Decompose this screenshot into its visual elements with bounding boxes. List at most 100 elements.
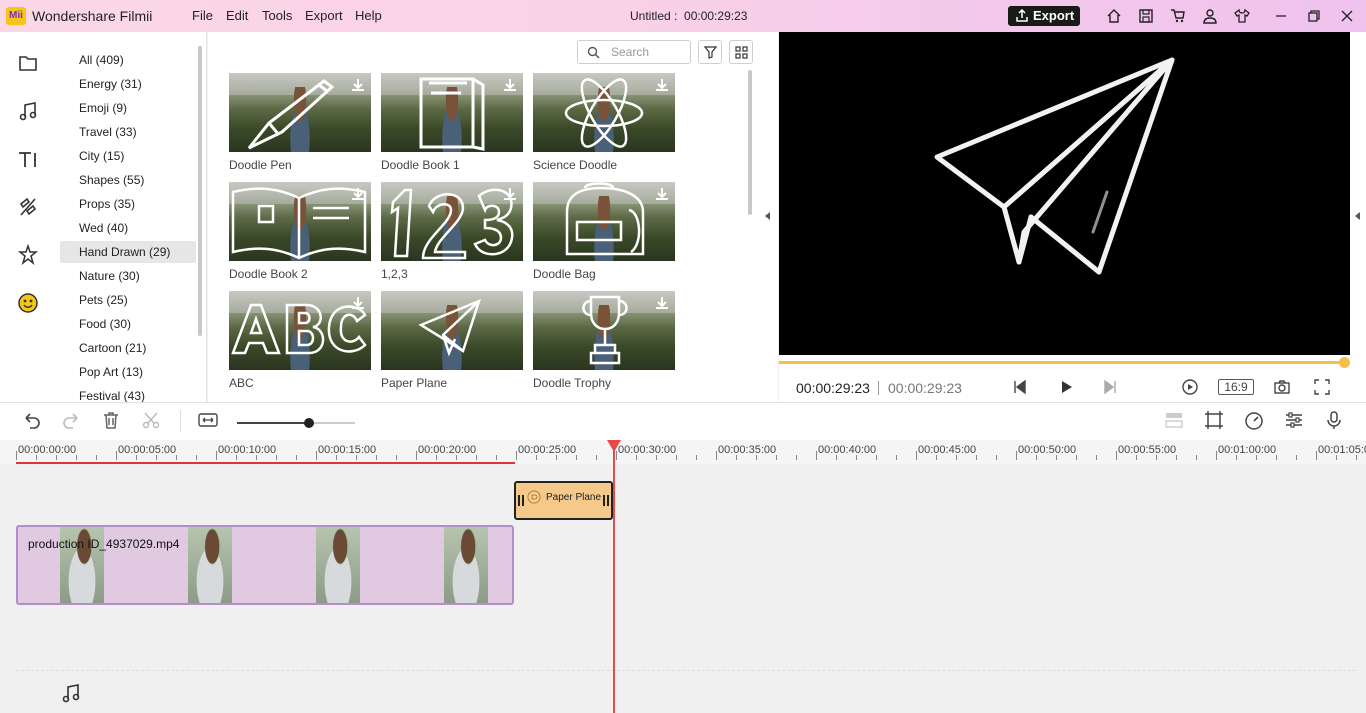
category-props[interactable]: Props (35) xyxy=(60,193,196,215)
grid-view-button[interactable] xyxy=(729,40,753,64)
menu-tools[interactable]: Tools xyxy=(262,8,292,23)
crop-icon[interactable] xyxy=(1204,410,1224,430)
playback-progress[interactable] xyxy=(779,361,1345,364)
category-all[interactable]: All (409) xyxy=(60,49,196,71)
sticker-clip-paper-plane[interactable]: Paper Plane xyxy=(514,481,613,520)
library-scrollbar[interactable] xyxy=(748,70,752,215)
preview-canvas xyxy=(779,32,1350,355)
sticker-doodle-book-2[interactable] xyxy=(229,182,371,261)
menu-edit[interactable]: Edit xyxy=(226,8,248,23)
sticker-label: Science Doodle xyxy=(533,158,618,172)
clip-trim-handle-right[interactable] xyxy=(603,495,609,506)
download-icon[interactable] xyxy=(351,296,365,310)
menu-file[interactable]: File xyxy=(192,8,213,23)
expand-right-arrow-icon[interactable] xyxy=(1355,212,1360,220)
minimize-icon[interactable] xyxy=(1273,8,1289,24)
ruler-tick xyxy=(936,455,937,460)
speed-icon[interactable] xyxy=(1244,410,1264,430)
sticker-science-doodle[interactable] xyxy=(533,73,675,152)
category-travel[interactable]: Travel (33) xyxy=(60,121,196,143)
folder-icon[interactable] xyxy=(17,52,39,74)
ruler-tick xyxy=(1056,455,1057,460)
clip-trim-handle-left[interactable] xyxy=(518,495,524,506)
download-icon[interactable] xyxy=(351,78,365,92)
menu-help[interactable]: Help xyxy=(355,8,382,23)
playhead[interactable] xyxy=(613,440,615,713)
adjust-icon[interactable] xyxy=(1284,410,1304,430)
skip-back-icon[interactable] xyxy=(1011,378,1029,396)
category-pets[interactable]: Pets (25) xyxy=(60,289,196,311)
download-icon[interactable] xyxy=(655,296,669,310)
category-emoji[interactable]: Emoji (9) xyxy=(60,97,196,119)
download-icon[interactable] xyxy=(503,187,517,201)
redo-icon[interactable] xyxy=(61,410,81,430)
home-icon[interactable] xyxy=(1106,8,1122,24)
category-pop-art[interactable]: Pop Art (13) xyxy=(60,361,196,383)
category-city[interactable]: City (15) xyxy=(60,145,196,167)
category-energy[interactable]: Energy (31) xyxy=(60,73,196,95)
sticker-doodle-pen[interactable] xyxy=(229,73,371,152)
tshirt-icon[interactable] xyxy=(1234,8,1250,24)
audio-track-music-icon xyxy=(62,684,80,703)
collapse-left-arrow-icon[interactable] xyxy=(765,212,770,220)
download-icon[interactable] xyxy=(351,187,365,201)
ruler-tick xyxy=(116,451,117,460)
category-scrollbar[interactable] xyxy=(198,46,202,336)
ruler-tick xyxy=(576,455,577,460)
close-icon[interactable] xyxy=(1339,8,1355,24)
effects-icon[interactable] xyxy=(17,244,39,266)
ruler-tick xyxy=(316,451,317,460)
sticker-1-2-3[interactable] xyxy=(381,182,523,261)
sticker-paper-plane[interactable] xyxy=(381,291,523,370)
sticker-doodle-bag[interactable] xyxy=(533,182,675,261)
download-icon[interactable] xyxy=(655,187,669,201)
fit-timeline-icon[interactable] xyxy=(198,410,218,430)
delete-icon[interactable] xyxy=(101,410,121,430)
category-wed[interactable]: Wed (40) xyxy=(60,217,196,239)
total-time: 00:00:29:23 xyxy=(888,380,962,396)
progress-knob[interactable] xyxy=(1339,357,1350,368)
ruler-tick xyxy=(356,455,357,460)
category-food[interactable]: Food (30) xyxy=(60,313,196,335)
ruler-tick xyxy=(516,451,517,460)
zoom-slider-knob[interactable] xyxy=(304,418,314,428)
export-icon xyxy=(1016,9,1028,22)
audio-track[interactable] xyxy=(16,670,1356,713)
fullscreen-icon[interactable] xyxy=(1313,378,1331,396)
snapshot-icon[interactable] xyxy=(1273,378,1291,396)
menu-export[interactable]: Export xyxy=(305,8,343,23)
filter-button[interactable] xyxy=(698,40,722,64)
save-icon[interactable] xyxy=(1138,8,1154,24)
sticker-doodle-book-1[interactable] xyxy=(381,73,523,152)
restore-icon[interactable] xyxy=(1306,8,1322,24)
render-preview-icon[interactable] xyxy=(1181,378,1199,396)
skip-forward-icon[interactable] xyxy=(1101,378,1119,396)
export-button[interactable]: Export xyxy=(1008,6,1080,26)
sticker-abc[interactable] xyxy=(229,291,371,370)
playhead-handle[interactable] xyxy=(607,440,621,452)
microphone-icon[interactable] xyxy=(1324,410,1344,430)
sticker-doodle-trophy[interactable] xyxy=(533,291,675,370)
download-icon[interactable] xyxy=(655,78,669,92)
transition-icon[interactable] xyxy=(17,196,39,218)
account-icon[interactable] xyxy=(1202,8,1218,24)
category-shapes[interactable]: Shapes (55) xyxy=(60,169,196,191)
category-cartoon[interactable]: Cartoon (21) xyxy=(60,337,196,359)
sticker-label: Doodle Trophy xyxy=(533,376,612,390)
track-manager-icon[interactable] xyxy=(1164,410,1184,430)
category-nature[interactable]: Nature (30) xyxy=(60,265,196,287)
download-icon[interactable] xyxy=(503,78,517,92)
video-clip[interactable]: production ID_4937029.mp4 xyxy=(16,525,514,605)
cart-icon[interactable] xyxy=(1170,8,1186,24)
music-icon[interactable] xyxy=(17,100,39,122)
search-input[interactable]: Search xyxy=(577,40,691,64)
text-icon[interactable] xyxy=(17,148,39,170)
ruler-tick xyxy=(136,455,137,460)
sticker-icon[interactable] xyxy=(17,292,39,314)
split-icon[interactable] xyxy=(141,410,161,430)
play-icon[interactable] xyxy=(1057,378,1075,396)
category-festival[interactable]: Festival (43) xyxy=(60,385,196,402)
category-hand-drawn[interactable]: Hand Drawn (29) xyxy=(60,241,196,263)
aspect-ratio[interactable]: 16:9 xyxy=(1218,379,1254,395)
undo-icon[interactable] xyxy=(22,410,42,430)
